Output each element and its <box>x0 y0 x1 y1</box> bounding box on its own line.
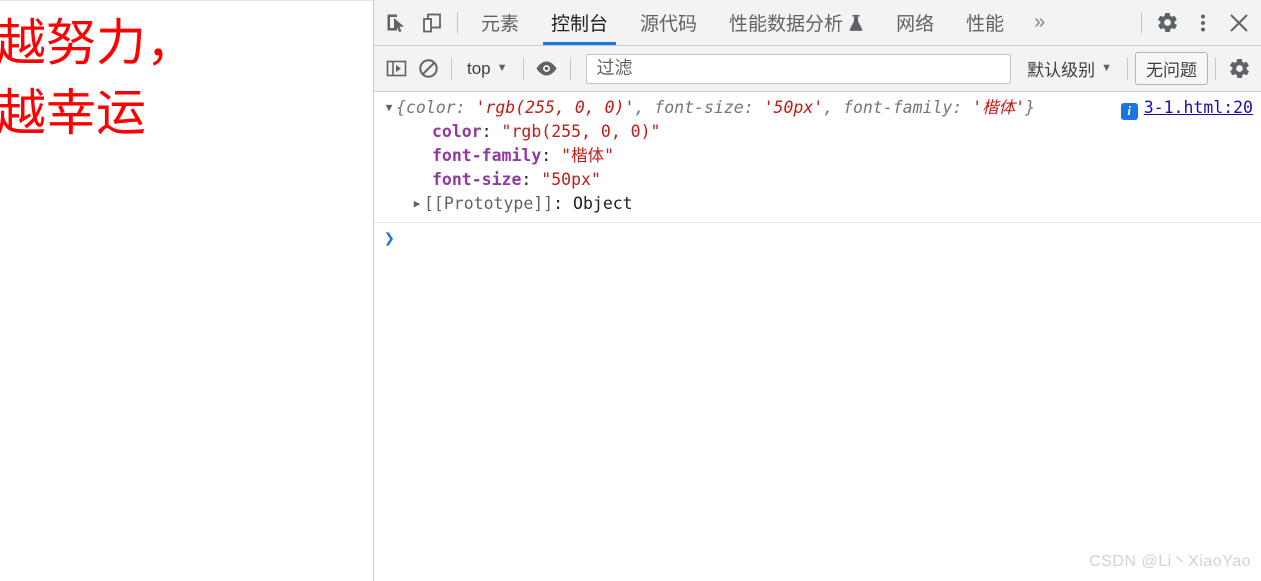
preview-key-1: color: <box>405 98 476 117</box>
expand-toggle-icon[interactable] <box>382 96 396 120</box>
inspect-element-button[interactable] <box>378 5 414 41</box>
preview-key-3: , font-family: <box>823 98 973 117</box>
device-toolbar-button[interactable] <box>414 5 450 41</box>
tab-network-label: 网络 <box>896 14 935 35</box>
clear-console-button[interactable] <box>412 53 444 85</box>
console-output-area[interactable]: {color: 'rgb(255, 0, 0)', font-size: '50… <box>374 92 1261 581</box>
device-toolbar-icon <box>421 12 443 34</box>
tab-performance-insights[interactable]: 性能数据分析 <box>713 0 880 45</box>
console-message-object: {color: 'rgb(255, 0, 0)', font-size: '50… <box>374 92 1261 223</box>
source-link[interactable]: 3-1.html:20 <box>1144 96 1253 120</box>
tab-elements-label: 元素 <box>481 14 520 35</box>
prompt-caret-icon: ❯ <box>384 228 395 249</box>
gear-icon <box>1228 57 1251 80</box>
devtools-panel: 元素 控制台 源代码 性能数据分析 网络 性能 » top ▼ 过滤 默认级别 … <box>374 0 1261 581</box>
console-filter-box[interactable] <box>585 53 1012 84</box>
prototype-name: [[Prototype]] <box>424 194 554 213</box>
devtools-toolbar-right <box>1134 0 1257 46</box>
preview-close-brace: } <box>1025 98 1036 117</box>
console-toolbar-divider-3 <box>569 57 571 80</box>
tab-console[interactable]: 控制台 <box>535 0 624 45</box>
tab-sources-label: 源代码 <box>640 14 698 35</box>
clear-console-icon <box>418 58 439 79</box>
object-prototype-row[interactable]: [[Prototype]]: Object <box>374 192 1261 216</box>
object-preview: {color: 'rgb(255, 0, 0)', font-size: '50… <box>396 96 1035 120</box>
tab-overflow-button[interactable]: » <box>1020 0 1059 45</box>
page-viewport: 越努力， 越幸运 <box>0 0 374 581</box>
live-expression-button[interactable] <box>531 53 563 85</box>
preview-open-brace: { <box>396 98 406 117</box>
property-value: "rgb(255, 0, 0)" <box>501 122 661 141</box>
tab-network[interactable]: 网络 <box>880 0 950 45</box>
eye-icon <box>535 60 558 77</box>
object-property-row: color: "rgb(255, 0, 0)" <box>374 120 1261 144</box>
page-heading-line-1: 越努力， <box>0 15 196 71</box>
console-filter-input[interactable] <box>594 57 1003 80</box>
preview-value-3: '楷体' <box>972 98 1026 117</box>
property-value: "楷体" <box>561 146 615 165</box>
object-property-row: font-family: "楷体" <box>374 144 1261 168</box>
flask-icon <box>848 14 864 32</box>
preview-key-2: , font-size: <box>634 98 764 117</box>
console-toolbar-divider-5 <box>1215 57 1216 80</box>
expand-toggle-icon[interactable] <box>410 192 424 216</box>
console-toolbar-divider-4 <box>1127 57 1128 80</box>
console-sidebar-icon <box>386 58 407 79</box>
chevron-down-icon: ▼ <box>1101 62 1112 74</box>
console-settings-button[interactable] <box>1223 53 1255 85</box>
issues-badge-label: 无问题 <box>1146 61 1197 80</box>
log-level-label: 默认级别 <box>1027 61 1096 80</box>
page-heading: 越努力， 越幸运 <box>0 8 373 148</box>
console-toolbar-divider-2 <box>522 57 524 80</box>
devtools-tab-strip: 元素 控制台 源代码 性能数据分析 网络 性能 » <box>374 0 1261 46</box>
watermark: CSDN @Li丶XiaoYao <box>1089 553 1251 570</box>
close-devtools-button[interactable] <box>1221 5 1257 41</box>
close-icon <box>1228 12 1250 34</box>
tab-performance-label: 性能 <box>966 14 1005 35</box>
execution-context-label: top <box>467 58 491 78</box>
execution-context-selector[interactable]: top ▼ <box>459 56 516 82</box>
tab-performance-insights-label: 性能数据分析 <box>729 14 844 35</box>
chevron-double-right-icon: » <box>1034 11 1046 33</box>
property-name: font-family <box>432 146 542 165</box>
kebab-menu-icon <box>1193 12 1213 34</box>
preview-value-2: '50px' <box>763 98 824 117</box>
preview-value-1: 'rgb(255, 0, 0)' <box>475 98 635 117</box>
property-name: font-size <box>432 170 522 189</box>
info-icon[interactable]: i <box>1120 102 1138 120</box>
toolbar-divider <box>457 11 458 34</box>
log-level-selector[interactable]: 默认级别 ▼ <box>1019 53 1120 84</box>
more-options-button[interactable] <box>1185 5 1221 41</box>
prototype-value: Object <box>573 194 633 213</box>
property-value: "50px" <box>541 170 601 189</box>
property-name: color <box>432 122 482 141</box>
object-property-row: font-size: "50px" <box>374 168 1261 192</box>
gear-icon <box>1156 11 1179 34</box>
console-toolbar: top ▼ 默认级别 ▼ <box>374 46 1261 92</box>
console-prompt-row[interactable]: ❯ <box>374 223 1261 257</box>
console-sidebar-toggle-button[interactable] <box>380 53 412 85</box>
devtools-window: 越努力， 越幸运 元素 控制台 源代码 性能数据分析 网络 性能 » top ▼… <box>0 0 1261 581</box>
settings-button[interactable] <box>1149 5 1185 41</box>
page-heading-line-2: 越幸运 <box>0 85 146 141</box>
tab-sources[interactable]: 源代码 <box>624 0 713 45</box>
tab-elements[interactable]: 元素 <box>465 0 535 45</box>
toolbar-divider-right <box>1141 11 1142 34</box>
console-toolbar-divider-1 <box>451 57 452 80</box>
chevron-down-icon: ▼ <box>496 62 508 74</box>
inspect-element-icon <box>385 12 407 34</box>
tab-console-label: 控制台 <box>551 14 609 35</box>
console-message-source: i 3-1.html:20 <box>1115 96 1261 120</box>
issues-badge-button[interactable]: 无问题 <box>1135 52 1208 85</box>
tab-performance[interactable]: 性能 <box>950 0 1020 45</box>
viewport-top-border <box>0 0 373 1</box>
